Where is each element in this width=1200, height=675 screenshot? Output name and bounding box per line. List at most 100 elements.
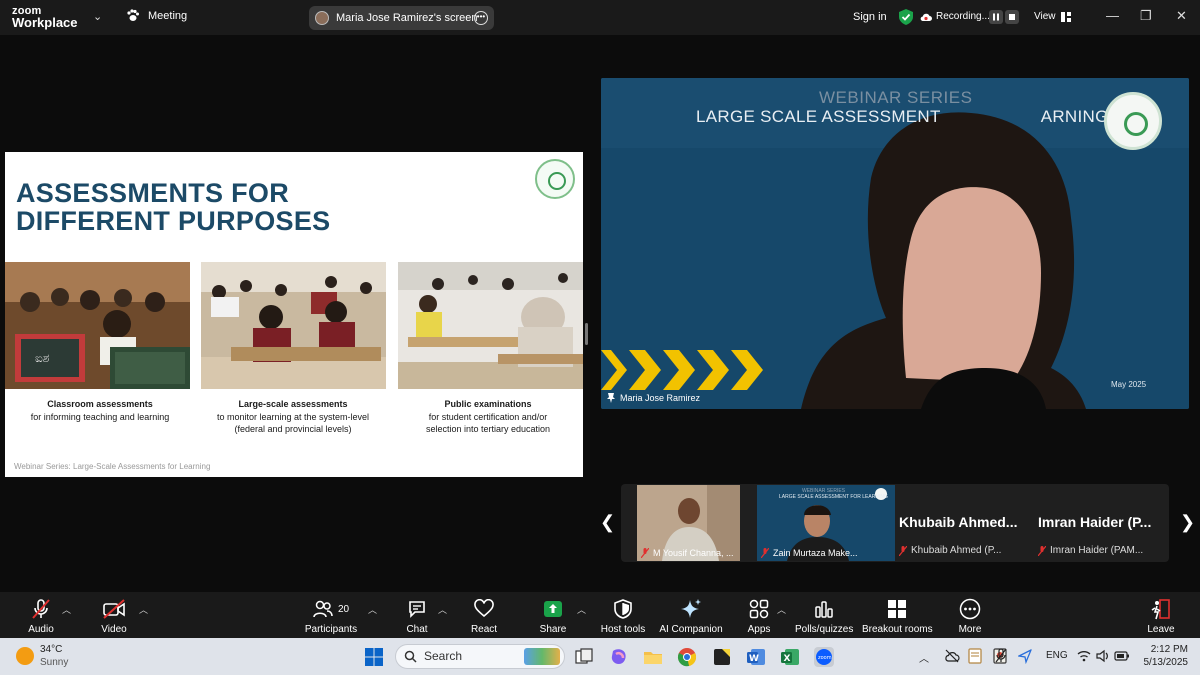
chat-options-caret[interactable]: ︿ (438, 603, 447, 616)
chat-label: Chat (406, 624, 428, 635)
leave-button[interactable]: Leave (1146, 597, 1176, 635)
react-label: React (470, 624, 498, 635)
language-indicator[interactable]: ENG (1046, 650, 1068, 661)
public-exam-photo (398, 262, 583, 389)
video-options-caret[interactable]: ︿ (139, 603, 148, 616)
participant-name-tag: M Yousif Channa, ... (641, 548, 734, 558)
heart-icon (474, 599, 494, 618)
chat-button[interactable]: Chat (402, 597, 432, 635)
breakout-rooms-icon (888, 600, 906, 618)
minimize-icon[interactable]: — (1106, 8, 1119, 23)
participant-name-tag: Zain Murtaza Make... (761, 548, 858, 558)
restore-icon[interactable]: ❐ (1140, 8, 1152, 24)
apps-button[interactable]: Apps (745, 597, 773, 635)
participant-tile-name[interactable]: Khubaib Ahmed... (899, 514, 1031, 530)
host-tools-button[interactable]: Host tools (600, 597, 646, 635)
file-explorer-icon[interactable] (643, 647, 663, 667)
avatar (315, 11, 329, 25)
sign-in-button[interactable]: Sign in (853, 11, 887, 23)
ai-companion-button[interactable]: AI Companion (659, 597, 723, 635)
sun-icon[interactable] (16, 647, 34, 665)
wifi-icon[interactable] (1077, 649, 1091, 663)
recording-indicator[interactable]: Recording... (920, 11, 990, 22)
video-label: Video (101, 624, 127, 635)
muted-mic-icon (641, 548, 649, 558)
excel-icon[interactable]: X (780, 647, 800, 667)
pause-recording-button[interactable] (989, 10, 1003, 24)
share-button[interactable]: Share (537, 597, 569, 635)
meeting-menu[interactable]: Meeting (126, 9, 187, 22)
apps-label: Apps (747, 624, 771, 635)
search-placeholder: Search (424, 649, 463, 663)
audio-button[interactable]: Audio (22, 597, 60, 635)
webinar-title-text: LARGE SCALE ASSESSMENT (696, 107, 941, 126)
participant-tile[interactable]: WEBINAR SERIES LARGE SCALE ASSESSMENT FO… (757, 485, 895, 561)
windows-start-icon[interactable] (364, 647, 384, 667)
caption-line: to monitor learning at the system-level (216, 411, 370, 422)
video-off-icon (103, 599, 125, 619)
speaker-video[interactable]: WEBINAR SERIES LARGE SCALE ASSESSMENT ARN… (601, 78, 1189, 409)
screen-share-pill[interactable]: Maria Jose Ramirez's screen ••• (309, 6, 494, 30)
muted-mic-icon (899, 545, 907, 556)
title-bar: zoom Workplace ⌄ Meeting Maria Jose Rami… (0, 0, 1200, 35)
task-view-icon[interactable] (574, 647, 594, 667)
react-button[interactable]: React (468, 597, 500, 635)
stop-recording-button[interactable] (1005, 10, 1019, 24)
view-menu[interactable]: View (1034, 11, 1071, 22)
resize-handle[interactable] (585, 323, 588, 345)
svg-text:zoom: zoom (818, 655, 832, 661)
grid-view-icon (1060, 11, 1071, 22)
location-icon[interactable] (1018, 648, 1032, 664)
alliance-logo (535, 159, 575, 199)
tray-overflow-icon[interactable]: ︿ (919, 650, 929, 665)
participant-tile[interactable]: M Yousif Channa, ... (637, 485, 740, 561)
cloud-icon[interactable] (944, 648, 960, 664)
clock-time: 2:12 PM (1150, 644, 1188, 655)
view-label: View (1034, 11, 1056, 22)
weather-temp: 34°C (40, 644, 63, 655)
copilot-icon[interactable] (609, 647, 629, 667)
sticky-notes-icon[interactable] (712, 647, 732, 667)
clock-date: 5/13/2025 (1143, 657, 1189, 668)
share-options-caret[interactable]: ︿ (577, 603, 586, 616)
sparkle-icon (681, 599, 701, 618)
host-tools-label: Host tools (600, 624, 646, 635)
audio-options-caret[interactable]: ︿ (62, 603, 71, 616)
chrome-icon[interactable] (677, 647, 697, 667)
notes-tray-icon[interactable] (968, 648, 982, 664)
more-icon (959, 598, 981, 620)
zoom-window: zoom Workplace ⌄ Meeting Maria Jose Rami… (0, 0, 1200, 675)
mic-muted-tray-icon[interactable] (994, 648, 1008, 664)
chevron-down-icon[interactable]: ⌄ (93, 10, 102, 23)
stop-icon (1009, 14, 1015, 20)
share-label: Share (539, 624, 567, 635)
slide-title: ASSESSMENTS FOR DIFFERENT PURPOSES (16, 179, 330, 235)
caption-line: for informing teaching and learning (30, 411, 170, 422)
muted-mic-icon (761, 548, 769, 558)
share-screen-icon (544, 601, 562, 617)
battery-icon[interactable] (1114, 649, 1130, 663)
zoom-app-icon[interactable]: zoom (814, 647, 834, 667)
participant-tile-name[interactable]: Imran Haider (P... (1038, 514, 1168, 530)
audio-label: Audio (28, 624, 54, 635)
close-icon[interactable]: ✕ (1176, 8, 1187, 24)
taskbar-search[interactable]: Search (395, 644, 565, 669)
participant-name: Zain Murtaza Make... (773, 548, 858, 558)
weather-widget[interactable]: 34°C Sunny (40, 643, 68, 669)
polls-button[interactable]: Polls/quizzes (795, 597, 853, 635)
gallery-prev-arrow[interactable]: ❮ (600, 512, 615, 533)
breakout-rooms-button[interactable]: Breakout rooms (862, 597, 933, 635)
more-button[interactable]: More (955, 597, 985, 635)
security-shield-icon[interactable] (899, 9, 913, 25)
gallery-next-arrow[interactable]: ❯ (1180, 512, 1195, 533)
system-clock[interactable]: 2:12 PM 5/13/2025 (1140, 643, 1189, 669)
participants-label: Participants (304, 624, 358, 635)
more-options-icon[interactable]: ••• (474, 11, 488, 25)
word-icon[interactable]: W (746, 647, 766, 667)
apps-options-caret[interactable]: ︿ (777, 603, 786, 616)
video-button[interactable]: Video (96, 597, 132, 635)
participants-options-caret[interactable]: ︿ (368, 603, 377, 616)
participants-button[interactable]: 20 Participants (300, 597, 362, 635)
caption-line: selection into tertiary education (425, 424, 551, 434)
volume-icon[interactable] (1096, 649, 1110, 663)
